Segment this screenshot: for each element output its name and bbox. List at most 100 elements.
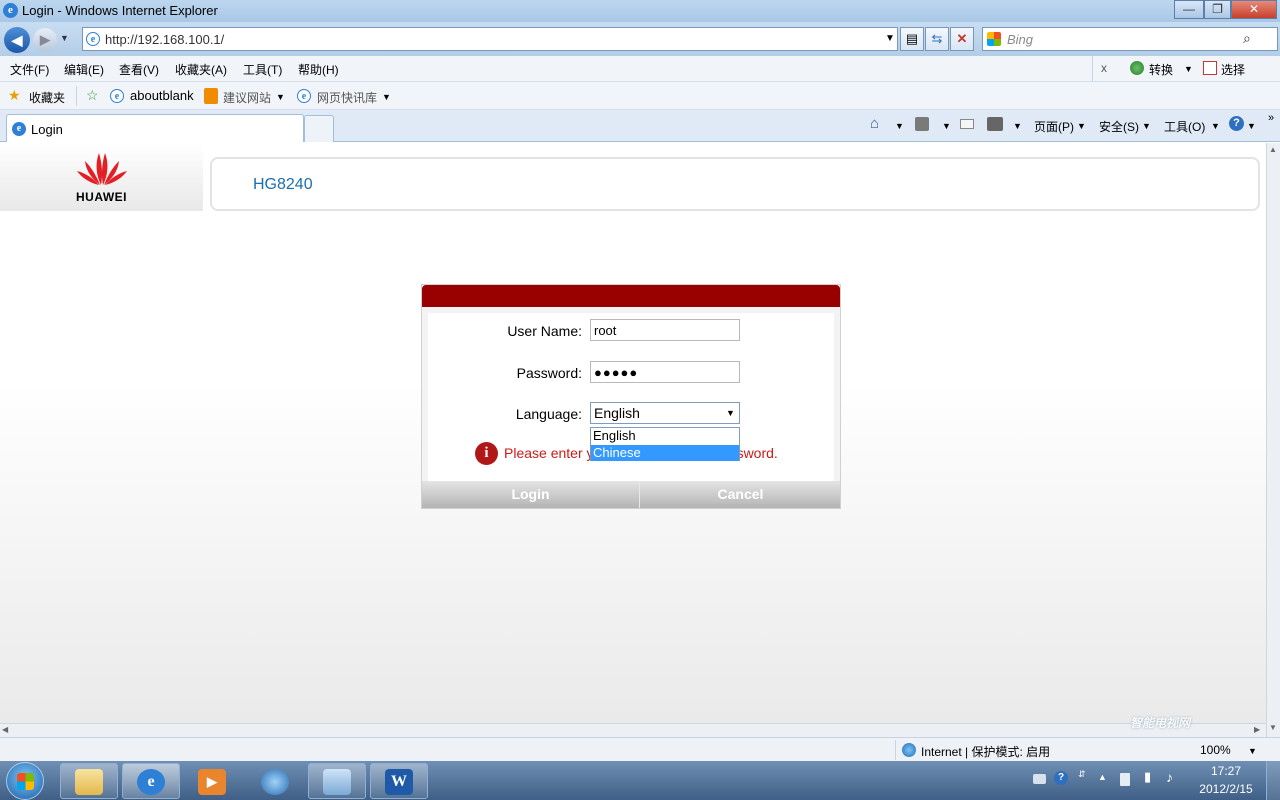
print-dropdown-icon[interactable]: ▼ — [1013, 121, 1022, 131]
page-favicon-icon: e — [86, 32, 100, 46]
taskbar-internet-explorer[interactable]: e — [122, 763, 180, 799]
compatibility-view-button[interactable]: ▤ — [900, 27, 924, 51]
tools-dropdown-icon[interactable]: ▼ — [1211, 121, 1220, 131]
show-hidden-icons[interactable]: ▲ — [1098, 772, 1107, 782]
safety-dropdown-icon[interactable]: ▼ — [1142, 121, 1151, 131]
address-url[interactable]: http://192.168.100.1/ — [105, 32, 224, 47]
menu-help[interactable]: 帮助(H) — [298, 61, 339, 78]
new-tab-button[interactable] — [304, 115, 334, 142]
window-title: Login - Windows Internet Explorer — [22, 3, 218, 18]
suggested-sites-dropdown-icon[interactable]: ▼ — [276, 92, 285, 102]
password-input[interactable]: ●●●●● — [590, 361, 740, 383]
menu-favorites[interactable]: 收藏夹(A) — [175, 61, 227, 78]
search-box[interactable]: Bing ⌕ — [982, 27, 1278, 51]
bing-logo-icon — [987, 32, 1001, 46]
help-dropdown-icon[interactable]: ▼ — [1247, 121, 1256, 131]
recent-pages-dropdown-icon[interactable]: ▼ — [60, 33, 69, 43]
clock-date[interactable]: 2012/2/15 — [1196, 782, 1256, 796]
web-slice-dropdown-icon[interactable]: ▼ — [382, 92, 391, 102]
minimize-button[interactable]: — — [1174, 0, 1204, 19]
language-option-english[interactable]: English — [591, 428, 739, 444]
help-icon[interactable]: ? — [1229, 116, 1244, 131]
scroll-right-icon[interactable]: ▶ — [1254, 725, 1260, 734]
language-option-chinese[interactable]: Chinese — [591, 445, 739, 461]
tab-login[interactable]: e Login — [6, 114, 304, 142]
taskbar-network[interactable] — [246, 763, 304, 799]
close-window-button[interactable]: ✕ — [1231, 0, 1277, 19]
favorite-aboutblank[interactable]: aboutblank — [130, 88, 194, 103]
page-dropdown-icon[interactable]: ▼ — [1077, 121, 1086, 131]
mail-icon[interactable] — [960, 119, 974, 129]
home-dropdown-icon[interactable]: ▼ — [895, 121, 904, 131]
windows-logo-icon — [17, 773, 34, 790]
taskbar-control-panel[interactable] — [308, 763, 366, 799]
menu-view[interactable]: 查看(V) — [119, 61, 159, 78]
page-menu[interactable]: 页面(P) — [1034, 118, 1074, 135]
feeds-dropdown-icon[interactable]: ▼ — [942, 121, 951, 131]
favorite-suggested-sites[interactable]: 建议网站 — [223, 89, 271, 106]
safety-menu[interactable]: 安全(S) — [1099, 118, 1139, 135]
refresh-button[interactable]: ⇆ — [925, 27, 949, 51]
tab-label: Login — [31, 122, 63, 137]
network-signal-icon[interactable]: ▮ — [1144, 769, 1151, 785]
back-button[interactable]: ◀ — [4, 27, 30, 53]
add-favorite-icon[interactable]: ☆ — [86, 87, 99, 104]
forward-button[interactable]: ▶ — [33, 28, 57, 52]
language-label: Language: — [515, 406, 582, 422]
show-desktop-button[interactable] — [1266, 761, 1280, 800]
brand-name: HUAWEI — [76, 190, 127, 204]
convert-dropdown-icon[interactable]: ▼ — [1184, 64, 1193, 74]
login-panel: User Name: root Password: ●●●●● Language… — [421, 284, 841, 509]
security-zone[interactable]: Internet | 保护模式: 启用 — [921, 743, 1050, 760]
convert-button[interactable]: 转换 — [1149, 61, 1173, 78]
scroll-down-icon[interactable]: ▼ — [1269, 723, 1277, 732]
tray-device-icon[interactable] — [1120, 773, 1130, 786]
select-button[interactable]: 选择 — [1221, 61, 1245, 78]
select-dropdown-icon[interactable]: ▼ — [726, 408, 735, 418]
username-input[interactable]: root — [590, 319, 740, 341]
scroll-up-icon[interactable]: ▲ — [1269, 145, 1277, 154]
volume-icon[interactable]: ♪ — [1166, 769, 1173, 785]
keyboard-icon[interactable] — [1033, 774, 1046, 784]
ie-taskbar-icon: e — [137, 769, 165, 795]
zoom-dropdown-icon[interactable]: ▼ — [1248, 746, 1257, 756]
print-icon[interactable] — [987, 117, 1003, 131]
login-button[interactable]: Login — [422, 481, 640, 508]
favorites-button[interactable]: 收藏夹 — [29, 89, 65, 106]
stop-icon: ✕ — [956, 31, 968, 46]
favorite-web-slice-gallery[interactable]: 网页快讯库 — [317, 89, 377, 106]
language-select[interactable]: English ▼ — [590, 402, 740, 424]
taskbar-media-player[interactable]: ▶ — [183, 763, 241, 799]
start-button[interactable] — [6, 762, 44, 800]
status-bar: Internet | 保护模式: 启用 100% ▼ — [0, 737, 1280, 761]
vertical-scrollbar[interactable]: ▲ ▼ — [1266, 143, 1280, 737]
address-dropdown-icon[interactable]: ▼ — [885, 33, 895, 44]
tab-ie-icon: e — [12, 122, 26, 136]
search-icon[interactable]: ⌕ — [1243, 30, 1251, 47]
stop-button[interactable]: ✕ — [950, 27, 974, 51]
internet-globe-icon — [902, 743, 916, 757]
favorites-divider — [76, 86, 77, 106]
cancel-button[interactable]: Cancel — [641, 481, 840, 508]
address-bar[interactable]: e http://192.168.100.1/ ▼ — [82, 27, 898, 51]
feeds-icon[interactable] — [915, 117, 929, 131]
word-icon: W — [385, 769, 413, 795]
tray-options-icon[interactable]: ⇵ — [1078, 769, 1086, 780]
horizontal-scrollbar[interactable]: ◀ ▶ — [0, 723, 1266, 737]
tools-menu[interactable]: 工具(O) — [1164, 118, 1205, 135]
menu-bar: 文件(F) 编辑(E) 查看(V) 收藏夹(A) 工具(T) 帮助(H) x 转… — [0, 56, 1280, 82]
scroll-left-icon[interactable]: ◀ — [2, 725, 8, 734]
tray-help-icon[interactable]: ? — [1054, 771, 1068, 785]
maximize-button[interactable]: ❐ — [1204, 0, 1231, 19]
media-player-icon: ▶ — [198, 769, 226, 795]
zoom-level[interactable]: 100% — [1200, 743, 1231, 757]
menu-tools[interactable]: 工具(T) — [243, 61, 282, 78]
toolbar-close-button[interactable]: x — [1101, 61, 1107, 75]
taskbar-word[interactable]: W — [370, 763, 428, 799]
home-icon[interactable]: ⌂ — [870, 115, 879, 132]
clock-time[interactable]: 17:27 — [1196, 764, 1256, 778]
menu-edit[interactable]: 编辑(E) — [64, 61, 104, 78]
taskbar-explorer[interactable] — [60, 763, 118, 799]
menu-file[interactable]: 文件(F) — [10, 61, 49, 78]
chevron-right-icon[interactable]: » — [1268, 112, 1274, 124]
